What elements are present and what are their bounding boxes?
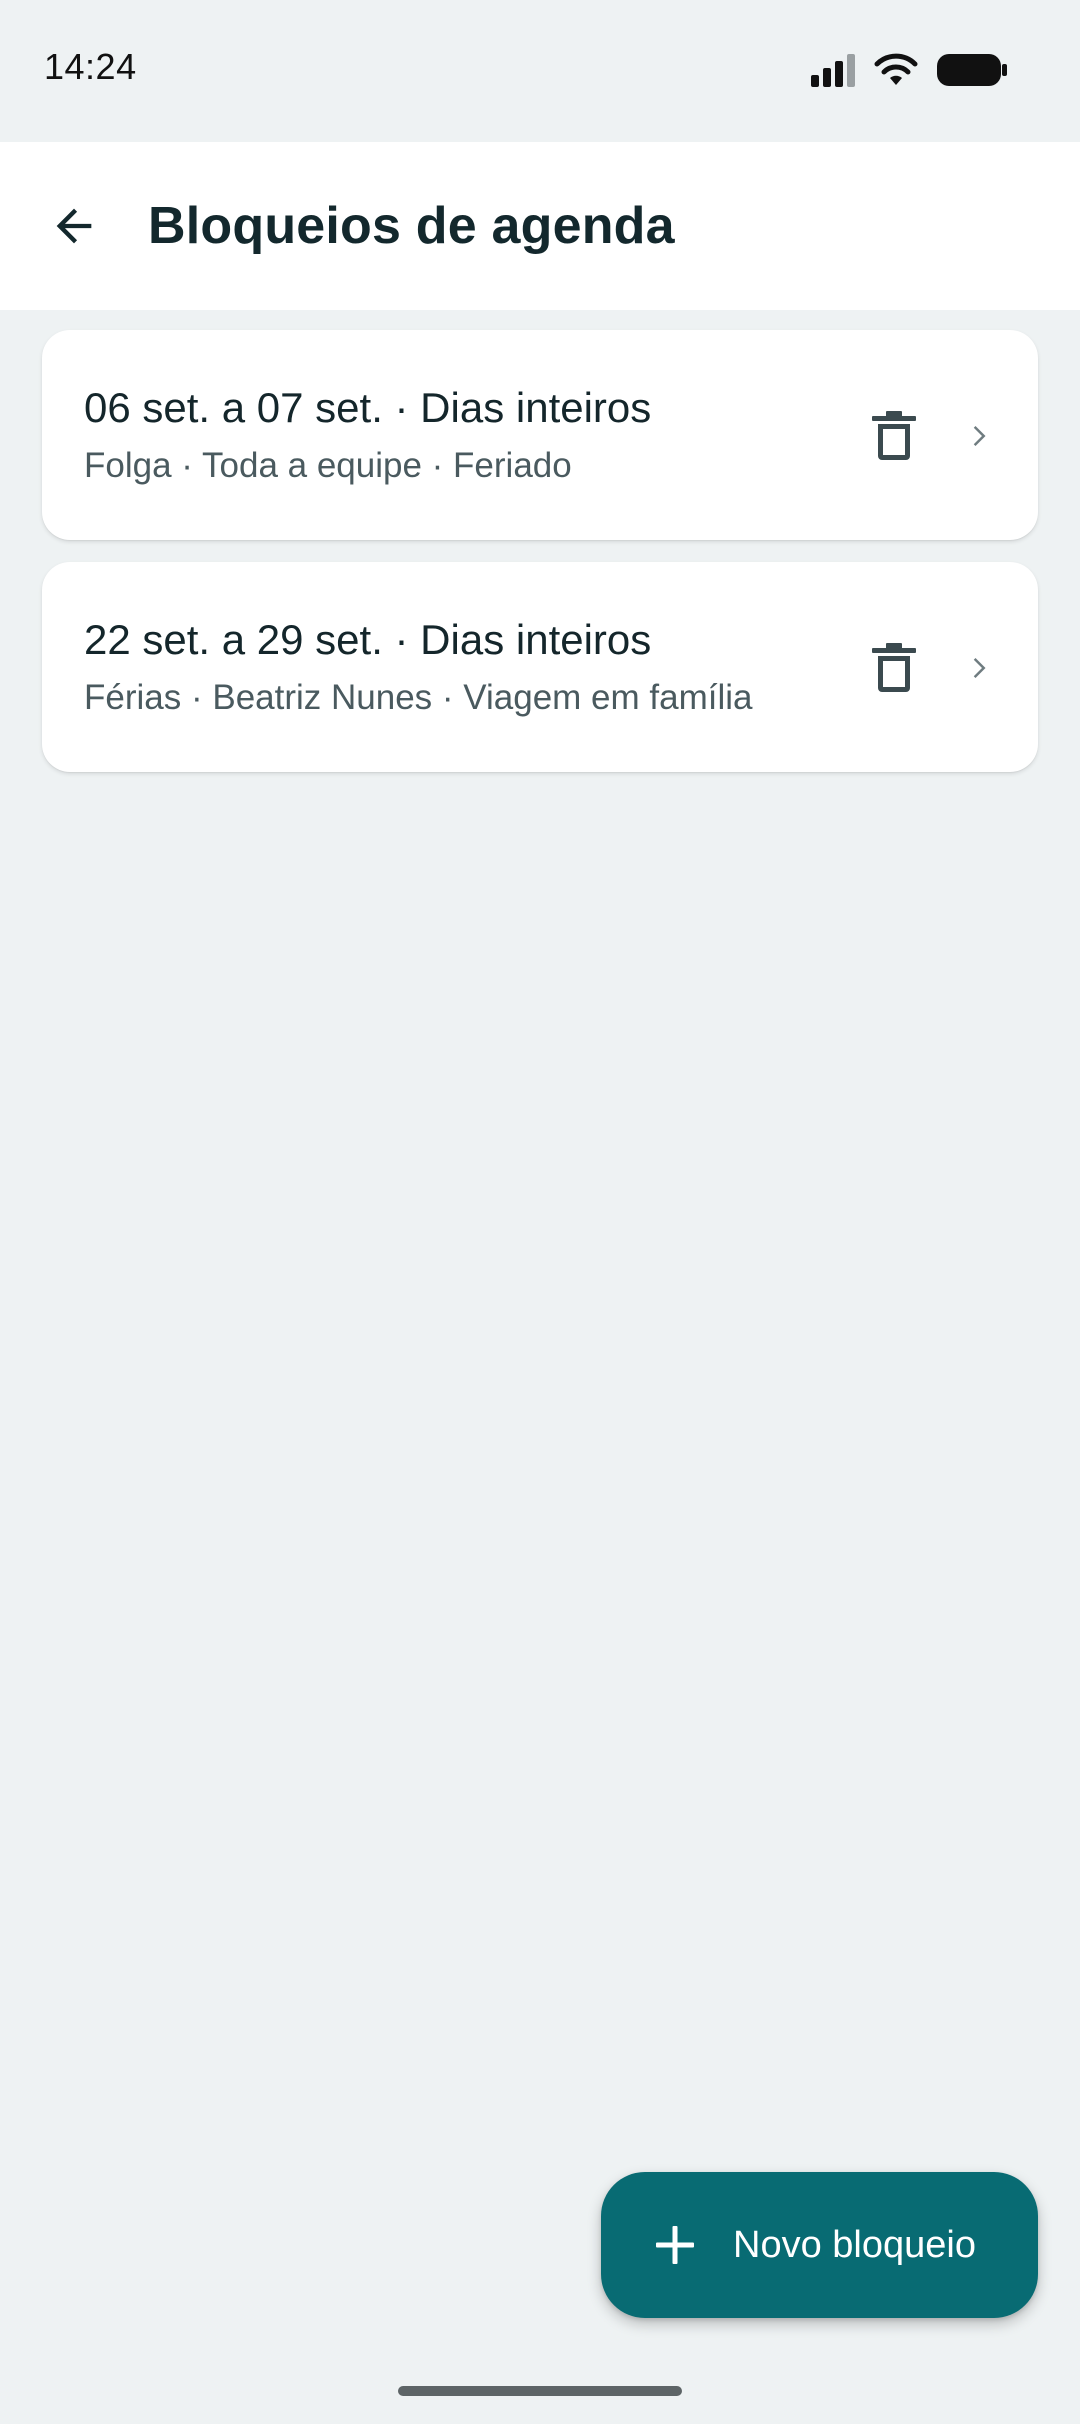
signal-icon [810, 53, 856, 92]
delete-button[interactable] [856, 630, 932, 706]
screen: 14:24 Bloqueios de agenda 06 set. a 07 s… [0, 0, 1080, 2424]
block-card[interactable]: 22 set. a 29 set. · Dias inteiros Férias… [42, 562, 1038, 772]
plus-icon [651, 2221, 699, 2269]
status-time: 14:24 [44, 46, 137, 87]
block-title: 22 set. a 29 set. · Dias inteiros [84, 616, 652, 663]
block-subtitle: Folga · Toda a equipe · Feriado [84, 446, 572, 485]
trash-icon [872, 643, 916, 692]
block-title: 06 set. a 07 set. · Dias inteiros [84, 384, 652, 431]
status-bar: 14:24 [0, 0, 1080, 142]
chevron-right-icon [952, 642, 1004, 694]
block-card[interactable]: 06 set. a 07 set. · Dias inteiros Folga … [42, 330, 1038, 540]
battery-icon [936, 52, 1008, 93]
page-title: Bloqueios de agenda [148, 197, 675, 255]
chevron-right-icon [952, 410, 1004, 462]
back-button[interactable] [36, 188, 112, 264]
app-bar: Bloqueios de agenda [0, 142, 1080, 310]
new-block-label: Novo bloqueio [733, 2223, 976, 2266]
status-icons [810, 52, 1008, 92]
block-list: 06 set. a 07 set. · Dias inteiros Folga … [42, 330, 1038, 794]
wifi-icon [874, 53, 918, 92]
arrow-left-icon [56, 208, 92, 244]
delete-button[interactable] [856, 398, 932, 474]
block-subtitle: Férias · Beatriz Nunes · Viagem em famíl… [84, 678, 753, 717]
trash-icon [872, 411, 916, 460]
home-indicator[interactable] [398, 2386, 682, 2396]
new-block-button[interactable]: Novo bloqueio [601, 2172, 1038, 2318]
